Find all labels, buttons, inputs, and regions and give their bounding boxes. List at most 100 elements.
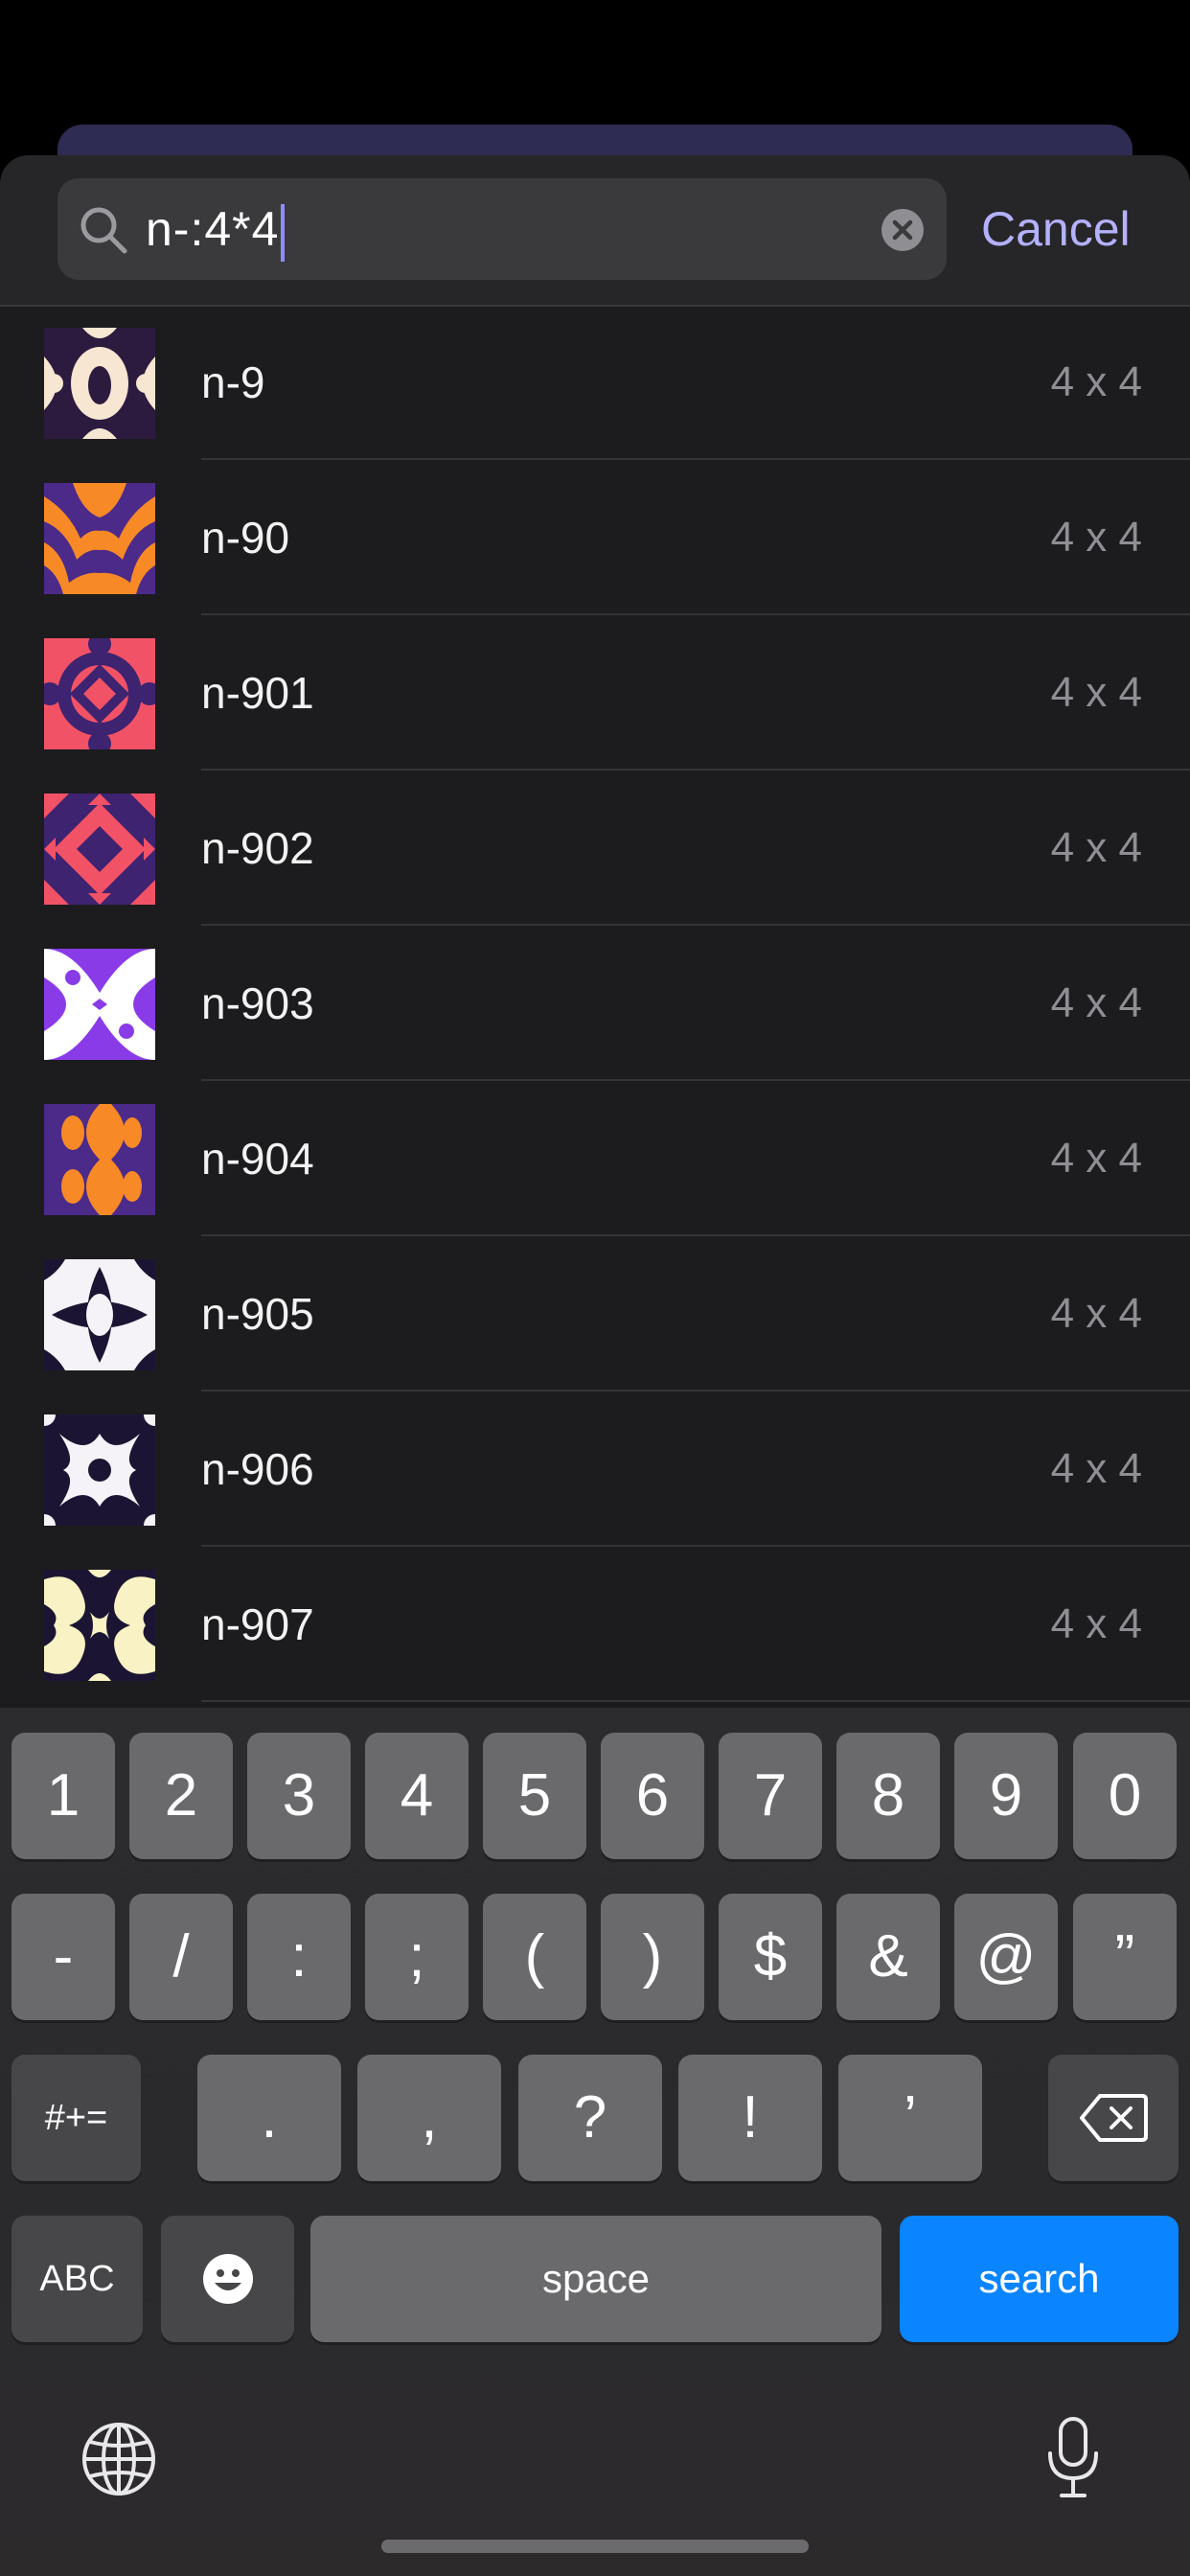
key-label: : <box>290 1923 308 1990</box>
item-size: 4 x 4 <box>1050 979 1142 1026</box>
item-name: n-904 <box>201 1134 314 1184</box>
key-label: ! <box>742 2084 759 2150</box>
key-label: 0 <box>1108 1762 1142 1828</box>
key-label: & <box>868 1923 908 1990</box>
key-label: space <box>541 2256 651 2301</box>
list-item[interactable]: n-902 4 x 4 <box>0 770 1190 926</box>
key-label: , <box>421 2084 438 2150</box>
item-name: n-901 <box>201 668 314 718</box>
item-size: 4 x 4 <box>1050 358 1142 405</box>
search-field[interactable]: n-:4*4 <box>57 178 947 280</box>
list-item[interactable]: n-9 4 x 4 <box>0 305 1190 460</box>
abc-key[interactable]: ABC <box>11 2216 143 2342</box>
item-size: 4 x 4 <box>1050 824 1142 871</box>
item-size: 4 x 4 <box>1050 514 1142 561</box>
key-slash[interactable]: / <box>129 1894 233 2020</box>
key-ampersand[interactable]: & <box>836 1894 940 2020</box>
pattern-thumbnail <box>44 949 155 1060</box>
list-item[interactable]: n-903 4 x 4 <box>0 926 1190 1081</box>
key-0[interactable]: 0 <box>1073 1733 1177 1859</box>
key-3[interactable]: 3 <box>247 1733 351 1859</box>
list-item[interactable]: n-907 4 x 4 <box>0 1547 1190 1702</box>
key-label: @ <box>975 1923 1037 1990</box>
key-label: 9 <box>989 1762 1023 1828</box>
item-size: 4 x 4 <box>1050 1600 1142 1647</box>
key-colon[interactable]: : <box>247 1894 351 2020</box>
cancel-button[interactable]: Cancel <box>981 178 1131 280</box>
key-label: . <box>261 2084 278 2150</box>
key-label: search <box>978 2256 1100 2301</box>
key-close-paren[interactable]: ) <box>601 1894 704 2020</box>
pattern-thumbnail <box>44 1414 155 1526</box>
key-comma[interactable]: , <box>357 2055 501 2181</box>
key-5[interactable]: 5 <box>483 1733 586 1859</box>
pattern-thumbnail <box>44 794 155 905</box>
item-name: n-903 <box>201 978 314 1028</box>
key-label: / <box>172 1923 190 1990</box>
list-item[interactable]: n-905 4 x 4 <box>0 1236 1190 1392</box>
search-key[interactable]: search <box>900 2216 1179 2342</box>
space-key[interactable]: space <box>310 2216 881 2342</box>
key-label: ) <box>642 1923 663 1990</box>
results-list: n-9 4 x 4 n-90 4 x 4 n-901 4 x 4 n-902 4… <box>0 305 1190 1702</box>
key-label: 5 <box>517 1762 552 1828</box>
key-label: 3 <box>282 1762 316 1828</box>
key-label: ( <box>524 1923 545 1990</box>
clear-icon[interactable] <box>880 207 926 253</box>
pattern-thumbnail <box>44 1570 155 1681</box>
key-at[interactable]: @ <box>954 1894 1058 2020</box>
key-label: ? <box>573 2084 607 2150</box>
key-label: 4 <box>400 1762 434 1828</box>
list-item[interactable]: n-904 4 x 4 <box>0 1081 1190 1236</box>
pattern-thumbnail <box>44 1104 155 1215</box>
list-item[interactable]: n-906 4 x 4 <box>0 1392 1190 1547</box>
emoji-key[interactable] <box>161 2216 294 2342</box>
emoji-icon <box>202 2254 253 2304</box>
item-name: n-906 <box>201 1444 314 1494</box>
search-icon <box>80 207 127 254</box>
key-label: ABC <box>39 2259 115 2299</box>
backspace-key[interactable] <box>1048 2055 1179 2181</box>
key-label: ” <box>1114 1923 1135 1990</box>
text-caret <box>281 203 286 262</box>
key-2[interactable]: 2 <box>129 1733 233 1859</box>
key-9[interactable]: 9 <box>954 1733 1058 1859</box>
pattern-thumbnail <box>44 328 155 439</box>
item-name: n-9 <box>201 357 265 407</box>
key-exclamation[interactable]: ! <box>678 2055 822 2181</box>
key-1[interactable]: 1 <box>11 1733 115 1859</box>
item-size: 4 x 4 <box>1050 1290 1142 1337</box>
key-quote[interactable]: ” <box>1073 1894 1177 2020</box>
pattern-thumbnail <box>44 638 155 749</box>
list-item[interactable]: n-901 4 x 4 <box>0 615 1190 770</box>
key-label: $ <box>753 1923 788 1990</box>
key-4[interactable]: 4 <box>365 1733 469 1859</box>
globe-icon[interactable] <box>80 2421 157 2497</box>
item-name: n-902 <box>201 823 314 873</box>
key-7[interactable]: 7 <box>719 1733 822 1859</box>
backspace-icon <box>1080 2094 1148 2142</box>
row-separator <box>201 1700 1190 1702</box>
item-size: 4 x 4 <box>1050 1445 1142 1492</box>
key-period[interactable]: . <box>197 2055 341 2181</box>
item-name: n-90 <box>201 513 290 563</box>
item-name: n-905 <box>201 1289 314 1339</box>
key-dollar[interactable]: $ <box>719 1894 822 2020</box>
key-label: 1 <box>46 1762 80 1828</box>
key-hyphen[interactable]: - <box>11 1894 115 2020</box>
key-label: #+= <box>44 2098 108 2138</box>
microphone-icon[interactable] <box>1044 2415 1102 2501</box>
key-apostrophe[interactable]: ’ <box>838 2055 982 2181</box>
search-header: n-:4*4 Cancel <box>0 155 1190 307</box>
pattern-thumbnail <box>44 1259 155 1370</box>
search-input[interactable]: n-:4*4 <box>146 178 286 280</box>
key-6[interactable]: 6 <box>601 1733 704 1859</box>
key-8[interactable]: 8 <box>836 1733 940 1859</box>
list-item[interactable]: n-90 4 x 4 <box>0 460 1190 615</box>
key-semicolon[interactable]: ; <box>365 1894 469 2020</box>
search-query: n-:4*4 <box>146 202 280 256</box>
symbols-key[interactable]: #+= <box>11 2055 141 2181</box>
key-open-paren[interactable]: ( <box>483 1894 586 2020</box>
key-question[interactable]: ? <box>518 2055 662 2181</box>
key-label: ; <box>408 1923 425 1990</box>
